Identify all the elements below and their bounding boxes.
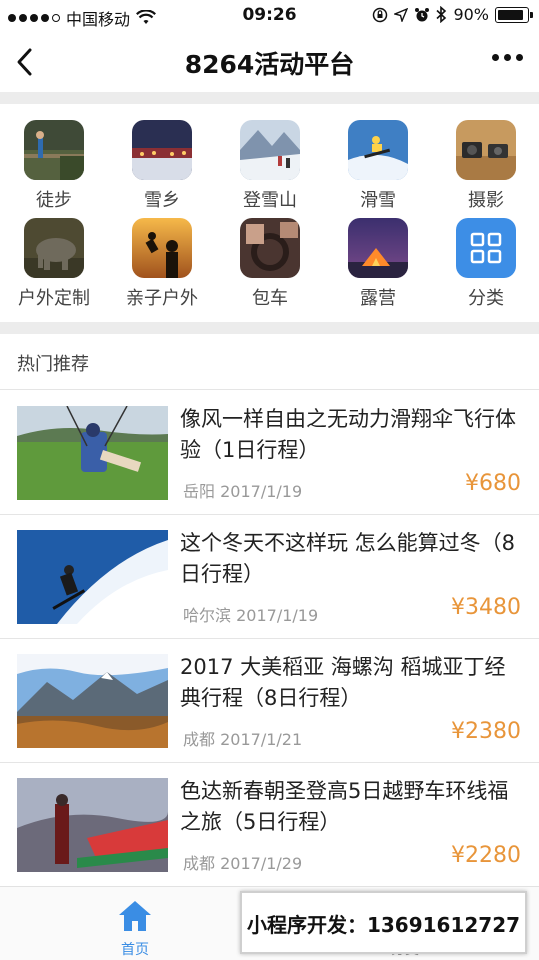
home-icon (119, 901, 151, 931)
category-label: 包车 (252, 288, 288, 309)
list-item[interactable]: 色达新春朝圣登高5日越野车环线福之旅（5日行程） 成都 2017/1/29 ¥2… (0, 763, 539, 887)
category-photography[interactable]: 摄影 (432, 104, 539, 211)
item-title: 色达新春朝圣登高5日越野车环线福之旅（5日行程） (180, 779, 509, 834)
hot-section-header: 热门推荐 (0, 334, 539, 390)
item-date: 2017/1/21 (220, 730, 303, 749)
item-meta: 成都 2017/1/29 (183, 850, 302, 874)
mountain-landscape-photo (17, 654, 168, 748)
navigation-bar: 8264活动平台 (0, 32, 539, 92)
more-menu-icon[interactable] (492, 54, 523, 61)
promo-overlay: 小程序开发：13691612727 (240, 891, 527, 954)
category-snow-village[interactable]: 雪乡 (108, 104, 216, 211)
item-city: 岳阳 (183, 482, 216, 501)
item-price: ¥3480 (451, 595, 521, 620)
snow-village-photo-icon (132, 120, 192, 180)
snow-mountain-photo-icon (240, 120, 300, 180)
family-photo-icon (132, 218, 192, 278)
hiking-photo-icon (24, 120, 84, 180)
item-title: 像风一样自由之无动力滑翔伞飞行体验（1日行程） (180, 407, 516, 462)
list-item[interactable]: 2017 大美稻亚 海螺沟 稻城亚丁经典行程（8日行程） 成都 2017/1/2… (0, 639, 539, 763)
item-city: 哈尔滨 (183, 606, 232, 625)
section-divider (0, 322, 539, 334)
elephant-photo-icon (24, 218, 84, 278)
hot-section-title: 热门推荐 (17, 354, 89, 375)
item-date: 2017/1/29 (220, 854, 303, 873)
list-item[interactable]: 这个冬天不这样玩 怎么能算过冬（8日行程） 哈尔滨 2017/1/19 ¥348… (0, 515, 539, 639)
status-right: 90% (372, 5, 533, 24)
tab-home-label: 首页 (121, 942, 149, 958)
item-city: 成都 (183, 854, 216, 873)
category-snow-mountain[interactable]: 登雪山 (216, 104, 324, 211)
list-item[interactable]: 像风一样自由之无动力滑翔伞飞行体验（1日行程） 岳阳 2017/1/19 ¥68… (0, 391, 539, 515)
driving-photo-icon (240, 218, 300, 278)
category-ski[interactable]: 滑雪 (324, 104, 432, 211)
category-camping[interactable]: 露营 (324, 202, 432, 309)
battery-fill (498, 9, 523, 20)
category-label: 户外定制 (18, 288, 90, 309)
promo-text: 小程序开发：13691612727 (246, 913, 521, 937)
alarm-icon (415, 7, 430, 21)
tab-home[interactable]: 首页 (110, 899, 160, 959)
bluetooth-icon (436, 6, 447, 23)
rotation-lock-icon (373, 7, 388, 22)
category-hiking[interactable]: 徒步 (0, 104, 108, 211)
grid-icon (456, 218, 516, 278)
battery-percent: 90% (453, 5, 489, 24)
tent-photo-icon (348, 218, 408, 278)
status-bar: 中国移动 09:26 90% (0, 0, 539, 32)
item-meta: 成都 2017/1/21 (183, 726, 302, 750)
paragliding-photo (17, 406, 168, 500)
item-date: 2017/1/19 (220, 482, 303, 501)
item-price: ¥2380 (451, 719, 521, 744)
section-divider (0, 92, 539, 104)
item-meta: 哈尔滨 2017/1/19 (183, 602, 318, 626)
prayer-flags-photo (17, 778, 168, 872)
skiing-photo (17, 530, 168, 624)
item-meta: 岳阳 2017/1/19 (183, 478, 302, 502)
camera-photo-icon (456, 120, 516, 180)
page-title: 8264活动平台 (184, 50, 355, 79)
item-date: 2017/1/19 (236, 606, 319, 625)
item-title: 2017 大美稻亚 海螺沟 稻城亚丁经典行程（8日行程） (180, 655, 506, 710)
battery-icon (495, 6, 533, 23)
item-city: 成都 (183, 730, 216, 749)
category-charter-car[interactable]: 包车 (216, 202, 324, 309)
category-family-outdoor[interactable]: 亲子户外 (108, 202, 216, 309)
item-title: 这个冬天不这样玩 怎么能算过冬（8日行程） (180, 531, 516, 586)
category-grid: 徒步 雪乡 登雪山 滑雪 摄影 户外定制 亲子户外 包车 露营 分类 (0, 104, 539, 322)
category-label: 亲子户外 (126, 288, 198, 309)
item-price: ¥2280 (451, 843, 521, 868)
category-all[interactable]: 分类 (432, 202, 539, 309)
location-icon (394, 7, 409, 22)
category-label: 露营 (360, 288, 396, 309)
item-price: ¥680 (465, 471, 521, 496)
category-label: 分类 (468, 288, 504, 309)
category-custom-outdoor[interactable]: 户外定制 (0, 202, 108, 309)
ski-photo-icon (348, 120, 408, 180)
